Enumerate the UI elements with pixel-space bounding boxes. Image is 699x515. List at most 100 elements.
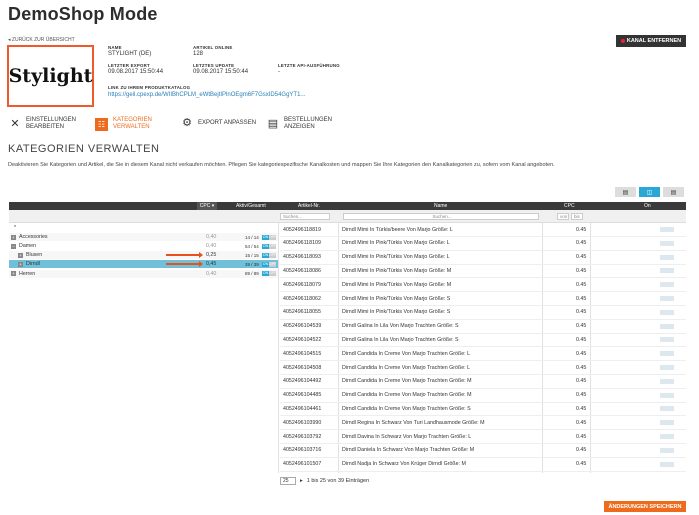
category-row[interactable]: + Accessories 0,40 14 / 14 ON OFF xyxy=(9,233,278,242)
product-cpc[interactable]: 0.45 xyxy=(576,406,586,412)
catalog-link[interactable]: https://geil.cpexp.de/WIIBhCPLM_eWtBejtI… xyxy=(108,92,305,98)
product-on-toggle[interactable] xyxy=(660,337,674,343)
article-header[interactable]: Artikel-Nr. xyxy=(298,202,320,210)
category-row[interactable]: − Damen 0,40 54 / 54 ON OFF xyxy=(9,242,278,250)
product-on-toggle[interactable] xyxy=(660,378,674,384)
category-cpc[interactable]: 0,25 xyxy=(206,252,216,258)
product-row[interactable]: 4052496118093 Dirndl Mimi In Pink/Türkis… xyxy=(280,251,686,265)
product-on-toggle[interactable] xyxy=(660,406,674,412)
product-cpc[interactable]: 0.45 xyxy=(576,268,586,274)
product-row[interactable]: 4052496104461 Dirndl Candida In Creme Vo… xyxy=(280,402,686,417)
category-toggle[interactable]: ON OFF xyxy=(262,271,276,276)
product-cpc[interactable]: 0.45 xyxy=(576,461,586,467)
product-row[interactable]: 4052496104539 Dirndl Galina In Lila Von … xyxy=(280,320,686,334)
product-article: 4052496104515 xyxy=(283,350,322,357)
nav-settings[interactable]: ✕ EINSTELLUNGEN BEARBEITEN xyxy=(9,117,76,131)
product-cpc[interactable]: 0.45 xyxy=(576,378,586,384)
pager-arrow-icon[interactable]: ▸ xyxy=(300,478,303,484)
category-toggle[interactable]: ON OFF xyxy=(262,252,276,258)
product-on-toggle[interactable] xyxy=(660,351,674,357)
page-size-select[interactable]: 25 xyxy=(280,477,296,485)
product-row[interactable]: 4052496118062 Dirndl Mimi In Pink/Türkis… xyxy=(280,292,686,306)
product-on-toggle[interactable] xyxy=(660,461,674,467)
view-toggle-split[interactable]: ◫ xyxy=(639,187,660,197)
product-row[interactable]: 4052496103716 Dirndl Daniela In Schwarz … xyxy=(280,444,686,458)
product-on-toggle[interactable] xyxy=(660,365,674,370)
product-article: 4052496104485 xyxy=(283,392,322,399)
category-toggle[interactable]: ON OFF xyxy=(262,243,276,249)
back-link[interactable]: ◂ ZURÜCK ZUR ÜBERSICHT xyxy=(8,37,75,43)
category-row[interactable]: + Blusen 0,25 15 / 15 ON OFF xyxy=(9,251,278,260)
category-cpc[interactable]: 0,40 xyxy=(206,234,216,240)
product-cpc[interactable]: 0.45 xyxy=(576,365,586,371)
product-row[interactable]: 4052496118079 Dirndl Mimi In Pink/Türkis… xyxy=(280,278,686,293)
product-on-toggle[interactable] xyxy=(660,309,674,315)
product-on-toggle[interactable] xyxy=(660,254,674,260)
product-on-toggle[interactable] xyxy=(660,296,674,301)
cpc-header[interactable]: CPC ▾ xyxy=(197,202,217,210)
category-cpc[interactable]: 0,40 xyxy=(206,243,216,249)
product-on-toggle[interactable] xyxy=(660,240,674,246)
product-row[interactable]: 4052496104492 Dirndl Candida In Creme Vo… xyxy=(280,375,686,389)
product-on-toggle[interactable] xyxy=(660,282,674,288)
product-cpc[interactable]: 0.45 xyxy=(576,392,586,398)
product-cpc[interactable]: 0.45 xyxy=(576,351,586,357)
product-row[interactable]: 4052496104522 Dirndl Galina In Lila Von … xyxy=(280,333,686,348)
name-header[interactable]: Name xyxy=(434,202,447,210)
product-cpc[interactable]: 0.45 xyxy=(576,296,586,302)
product-cpc-header[interactable]: CPC xyxy=(564,202,575,210)
product-row[interactable]: 4052496118819 Dirndl Mimi In Türkis/beer… xyxy=(280,223,686,237)
product-on-toggle[interactable] xyxy=(660,420,674,426)
product-cpc[interactable]: 0.45 xyxy=(576,420,586,426)
expand-icon[interactable]: − xyxy=(11,243,16,249)
category-row[interactable]: + Herren 0,40 89 / 89 ON OFF xyxy=(9,269,278,278)
category-toggle[interactable]: ON OFF xyxy=(262,261,276,267)
product-on-toggle[interactable] xyxy=(660,447,674,453)
product-cpc[interactable]: 0.45 xyxy=(576,227,586,233)
product-row[interactable]: 4052496118086 Dirndl Mimi In Pink/Türkis… xyxy=(280,264,686,279)
expand-icon[interactable]: + xyxy=(18,261,23,267)
category-row[interactable]: * xyxy=(9,224,278,232)
product-on-toggle[interactable] xyxy=(660,434,674,439)
article-filter-input[interactable]: Suchen... xyxy=(280,213,330,220)
cpc-from-input[interactable]: von xyxy=(557,213,569,220)
category-cpc[interactable]: 0,40 xyxy=(206,271,216,277)
cpc-to-input[interactable]: bis xyxy=(571,213,583,220)
product-row[interactable]: 4052496118055 Dirndl Mimi In Pink/Türkis… xyxy=(280,306,686,320)
category-cpc[interactable]: 0,45 xyxy=(206,261,216,267)
product-cpc[interactable]: 0.45 xyxy=(576,447,586,453)
product-on-toggle[interactable] xyxy=(660,227,674,232)
product-cpc[interactable]: 0.45 xyxy=(576,254,586,260)
expand-icon[interactable]: + xyxy=(18,252,23,258)
product-cpc[interactable]: 0.45 xyxy=(576,434,586,440)
category-row[interactable]: + Dirndl 0,45 39 / 39 ON OFF xyxy=(9,260,278,269)
expand-icon[interactable]: + xyxy=(11,271,16,276)
product-cpc[interactable]: 0.45 xyxy=(576,323,586,329)
product-cpc[interactable]: 0.45 xyxy=(576,309,586,315)
product-on-toggle[interactable] xyxy=(660,392,674,398)
product-row[interactable]: 4052496104485 Dirndl Candida In Creme Vo… xyxy=(280,389,686,403)
view-toggle-right[interactable]: ▤ xyxy=(663,187,684,197)
product-cpc[interactable]: 0.45 xyxy=(576,240,586,246)
product-row[interactable]: 4052496103990 Dirndl Regina In Schwarz V… xyxy=(280,416,686,431)
product-cpc[interactable]: 0.45 xyxy=(576,282,586,288)
active-header[interactable]: Aktiv/Gesamt xyxy=(236,202,266,210)
product-on-toggle[interactable] xyxy=(660,323,674,329)
category-toggle[interactable]: ON OFF xyxy=(262,234,276,240)
product-on-toggle[interactable] xyxy=(660,268,674,274)
product-row[interactable]: 4052496104508 Dirndl Candida In Creme Vo… xyxy=(280,361,686,375)
product-row[interactable]: 4052496118109 Dirndl Mimi In Pink/Türkis… xyxy=(280,237,686,251)
nav-export[interactable]: ⚙ EXPORT ANPASSEN xyxy=(181,117,256,129)
name-filter-input[interactable]: Suchen... xyxy=(343,213,539,220)
product-row[interactable]: 4052496101507 Dirndl Nadja In Schwarz Vo… xyxy=(280,458,686,472)
product-row[interactable]: 4052496104515 Dirndl Candida In Creme Vo… xyxy=(280,347,686,362)
on-header[interactable]: On xyxy=(644,202,651,210)
view-toggle-left[interactable]: ▤ xyxy=(615,187,636,197)
product-cpc[interactable]: 0.45 xyxy=(576,337,586,343)
nav-categories[interactable]: ☷ KATEGORIEN VERWALTEN xyxy=(95,117,152,131)
save-changes-button[interactable]: ÄNDERUNGEN SPEICHERN xyxy=(604,501,686,512)
nav-orders[interactable]: ▤ BESTELLUNGEN ANZEIGEN xyxy=(267,117,332,131)
expand-icon[interactable]: + xyxy=(11,234,16,240)
remove-channel-button[interactable]: KANAL ENTFERNEN xyxy=(616,35,686,47)
product-row[interactable]: 4052496103792 Dirndl Davina In Schwarz V… xyxy=(280,430,686,444)
